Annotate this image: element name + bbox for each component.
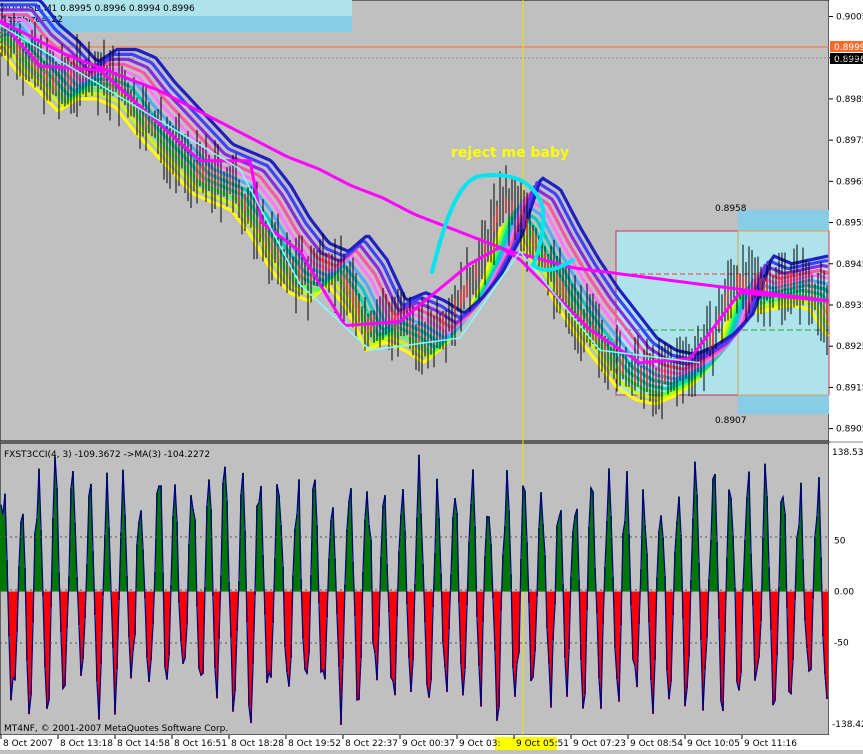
time-tick-label: 9 Oct 05:51	[516, 739, 569, 749]
time-tick-label: 8 Oct 22:37	[345, 739, 398, 749]
cci-tick-label: 0.00	[834, 588, 854, 598]
time-tick-label: 8 Oct 2007	[3, 739, 53, 749]
cci-bottom-label: -138.4226	[832, 720, 863, 730]
price-tick-label: 0.8975	[836, 136, 863, 146]
time-tick-label: 8 Oct 16:51	[174, 739, 227, 749]
chart-window: AUDUSD,M1 0.8995 0.8996 0.8994 0.8996 St…	[0, 0, 863, 750]
cci-tick-label: -50	[834, 639, 849, 649]
time-tick-label: 9 Oct 07:23	[573, 739, 626, 749]
range-top-box	[738, 210, 829, 230]
range-min-label: 0.8907	[715, 416, 747, 426]
price-tick-label: 0.8905	[836, 425, 863, 435]
range-bottom-box	[738, 395, 829, 414]
time-tick-label: 8 Oct 19:52	[288, 739, 341, 749]
cci-tick-label: 50	[834, 536, 846, 546]
time-tick-label: 9 Oct 00:37	[402, 739, 455, 749]
time-tick-label: 9 Oct 03:	[459, 739, 501, 749]
price-tick-label: 0.8935	[836, 301, 863, 311]
time-tick-label: 9 Oct 08:54	[630, 739, 683, 749]
annotation-text: reject me baby	[451, 145, 569, 161]
price-tick-label: 0.8915	[836, 383, 863, 393]
price-tick-label: 0.8985	[836, 95, 863, 105]
time-tick-label: 8 Oct 14:58	[117, 739, 170, 749]
price-tick-label: 0.8965	[836, 177, 863, 187]
time-tick-label: 8 Oct 18:28	[231, 739, 284, 749]
time-tick-label: 9 Oct 11:16	[744, 739, 797, 749]
chart-canvas[interactable]: AUDUSD,M1 0.8995 0.8996 0.8994 0.8996 St…	[0, 0, 863, 750]
price-tick-label: 0.8925	[836, 342, 863, 352]
time-tick-label: 9 Oct 10:05	[687, 739, 740, 749]
indicator-title: FXST3CCI(4, 3) -109.3672 ->MA(3) -104.22…	[4, 450, 210, 460]
cci-top-label: 138.538	[832, 448, 863, 458]
copyright: MT4NF, © 2001-2007 MetaQuotes Software C…	[4, 724, 228, 734]
price-tick-label: 0.8995	[836, 54, 863, 64]
range-max-label: 0.8958	[715, 204, 747, 214]
time-tick-label: 8 Oct 13:18	[60, 739, 113, 749]
price-tick-label: 0.8955	[836, 219, 863, 229]
price-tick-label: 0.9005	[836, 12, 863, 22]
red-line-label: 0.8999	[834, 43, 863, 53]
price-tick-label: 0.8945	[836, 260, 863, 270]
